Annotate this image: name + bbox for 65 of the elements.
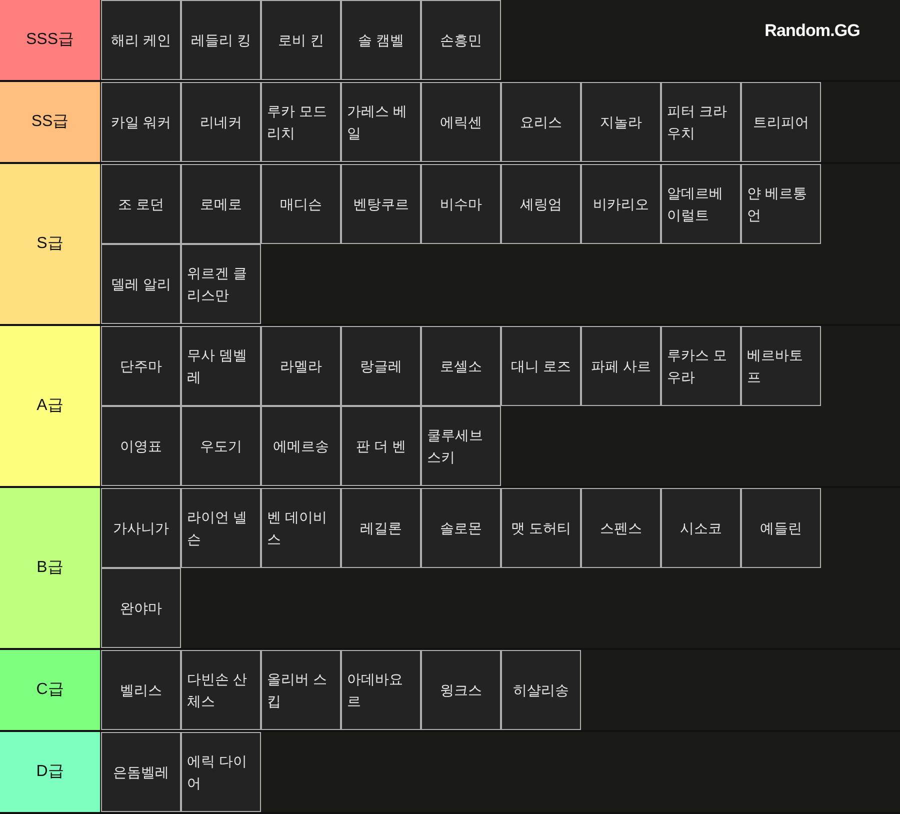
tier-item[interactable]: 루카스 모우라 xyxy=(661,326,741,406)
tier-label: C급 xyxy=(0,650,100,730)
tier-item[interactable]: 지놀라 xyxy=(581,82,661,162)
tier-item[interactable]: 예들린 xyxy=(741,488,821,568)
tier-item[interactable]: 시소코 xyxy=(661,488,741,568)
tier-item[interactable]: 로셀소 xyxy=(421,326,501,406)
tier-item[interactable]: 조 로던 xyxy=(101,164,181,244)
tier-item[interactable]: 루카 모드리치 xyxy=(261,82,341,162)
tier-item[interactable]: 카일 워커 xyxy=(101,82,181,162)
tier-item[interactable]: 벤 데이비스 xyxy=(261,488,341,568)
tier-item[interactable]: 윙크스 xyxy=(421,650,501,730)
tier-item[interactable]: 우도기 xyxy=(181,406,261,486)
tier-item[interactable]: 얀 베르통언 xyxy=(741,164,821,244)
tier-item[interactable]: 리네커 xyxy=(181,82,261,162)
tier-item[interactable]: 에릭 다이어 xyxy=(181,732,261,812)
tier-item[interactable]: 단주마 xyxy=(101,326,181,406)
tier-item[interactable]: 에메르송 xyxy=(261,406,341,486)
tier-item[interactable]: 레들리 킹 xyxy=(181,0,261,80)
tier-item[interactable]: 델레 알리 xyxy=(101,244,181,324)
tier-item[interactable]: 로비 킨 xyxy=(261,0,341,80)
tier-item[interactable]: 아데바요르 xyxy=(341,650,421,730)
tier-item[interactable]: 스펜스 xyxy=(581,488,661,568)
tier-item[interactable]: 무사 뎀벨레 xyxy=(181,326,261,406)
tier-item[interactable]: 가레스 베일 xyxy=(341,82,421,162)
tier-item[interactable]: 다빈손 산체스 xyxy=(181,650,261,730)
tier-item[interactable]: 에릭센 xyxy=(421,82,501,162)
tier-item[interactable]: 비카리오 xyxy=(581,164,661,244)
tier-item[interactable]: 피터 크라우치 xyxy=(661,82,741,162)
tier-item[interactable]: 로메로 xyxy=(181,164,261,244)
tier-label: A급 xyxy=(0,326,100,486)
tier-item[interactable]: 베르바토프 xyxy=(741,326,821,406)
site-logo: Random.GG xyxy=(764,20,860,42)
tier-item[interactable]: 레길론 xyxy=(341,488,421,568)
tier-item[interactable]: 파페 사르 xyxy=(581,326,661,406)
tier-item[interactable]: 요리스 xyxy=(501,82,581,162)
tier-item[interactable]: 위르겐 클리스만 xyxy=(181,244,261,324)
tier-item[interactable]: 올리버 스킵 xyxy=(261,650,341,730)
tier-label: SS급 xyxy=(0,82,100,162)
tier-item[interactable]: 완야마 xyxy=(101,568,181,648)
tier-item[interactable]: 솔로몬 xyxy=(421,488,501,568)
tier-item[interactable]: 라이언 넬슨 xyxy=(181,488,261,568)
tier-item[interactable]: 트리피어 xyxy=(741,82,821,162)
tier-item[interactable]: 은돔벨레 xyxy=(101,732,181,812)
tier-item[interactable]: 셰링엄 xyxy=(501,164,581,244)
tier-item[interactable]: 솔 캠벨 xyxy=(341,0,421,80)
tier-item[interactable]: 벨리스 xyxy=(101,650,181,730)
tier-item[interactable]: 쿨루세브스키 xyxy=(421,406,501,486)
tier-item[interactable]: 비수마 xyxy=(421,164,501,244)
tier-item[interactable]: 라멜라 xyxy=(261,326,341,406)
tier-item[interactable]: 랑글레 xyxy=(341,326,421,406)
tier-item[interactable]: 해리 케인 xyxy=(101,0,181,80)
tier-item[interactable]: 대니 로즈 xyxy=(501,326,581,406)
tier-item[interactable]: 가사니가 xyxy=(101,488,181,568)
tier-item[interactable]: 히샬리송 xyxy=(501,650,581,730)
tier-label: B급 xyxy=(0,488,100,648)
tier-item[interactable]: 손흥민 xyxy=(421,0,501,80)
tier-item[interactable]: 알데르베이럴트 xyxy=(661,164,741,244)
tier-label: S급 xyxy=(0,164,100,324)
tier-label: D급 xyxy=(0,732,100,812)
tier-item[interactable]: 매디슨 xyxy=(261,164,341,244)
tier-label: SSS급 xyxy=(0,0,100,80)
tier-item[interactable]: 판 더 벤 xyxy=(341,406,421,486)
tier-item[interactable]: 벤탕쿠르 xyxy=(341,164,421,244)
tier-item[interactable]: 맷 도허티 xyxy=(501,488,581,568)
tier-item[interactable]: 이영표 xyxy=(101,406,181,486)
